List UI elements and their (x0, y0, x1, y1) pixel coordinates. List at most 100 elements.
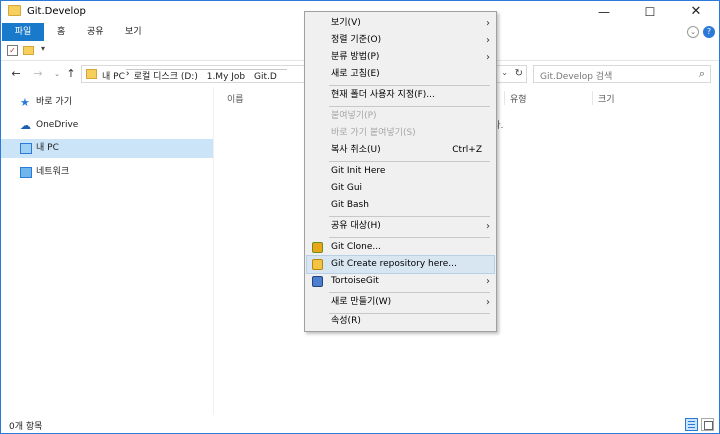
menu-item-new[interactable]: 새로 만들기(W) › (307, 294, 494, 311)
git-clone-icon (312, 242, 323, 253)
menu-item-group-by[interactable]: 분류 방법(P) › (307, 49, 494, 66)
menu-item-customize-folder[interactable]: 현재 폴더 사용자 지정(F)... (307, 87, 494, 104)
menu-separator (329, 106, 490, 107)
menu-item-paste-shortcut: 바로 가기 붙여넣기(S) (307, 125, 494, 142)
submenu-arrow-icon: › (486, 35, 490, 46)
sidebar-item-network[interactable]: 네트워크 (1, 163, 213, 182)
status-bar: 0개 항목 (1, 415, 719, 433)
breadcrumb-this-pc[interactable]: 내 PC (102, 72, 125, 82)
menu-item-label: 공유 대상(H) (331, 221, 381, 231)
pc-icon (20, 143, 32, 154)
tab-home[interactable]: 홈 (47, 23, 75, 41)
menu-item-label: Git Gui (331, 183, 363, 193)
menu-separator (329, 85, 490, 86)
menu-item-git-create-repository[interactable]: Git Create repository here... (306, 255, 495, 274)
column-header-name[interactable]: 이름 (227, 92, 244, 105)
menu-item-refresh[interactable]: 새로 고침(E) (307, 66, 494, 83)
context-menu: 보기(V) › 정렬 기준(O) › 분류 방법(P) › 새로 고침(E) 현… (304, 11, 497, 332)
search-input[interactable]: Git.Develop 검색 ⌕ (533, 65, 711, 83)
tortoisegit-icon (312, 276, 323, 287)
sidebar-item-this-pc[interactable]: 내 PC (1, 139, 213, 158)
menu-item-label: 보기(V) (331, 18, 361, 28)
menu-item-label: 새로 고침(E) (331, 69, 380, 79)
new-folder-icon[interactable] (23, 46, 34, 55)
customize-toolbar-icon[interactable]: ▾ (41, 44, 45, 53)
git-create-icon (312, 259, 323, 270)
sidebar-item-quick-access[interactable]: ★ 바로 가기 (1, 93, 213, 112)
folder-icon (8, 5, 21, 16)
menu-separator (329, 216, 490, 217)
large-icons-view-icon[interactable] (701, 418, 714, 431)
menu-item-label: 현재 폴더 사용자 지정(F)... (331, 90, 435, 100)
back-button[interactable]: ← (9, 66, 23, 82)
minimize-button[interactable]: — (581, 1, 627, 23)
address-dropdown-icon[interactable]: ⌄ (501, 68, 508, 77)
menu-item-tortoisegit[interactable]: TortoiseGit › (307, 273, 494, 290)
submenu-arrow-icon: › (486, 276, 490, 287)
column-divider[interactable] (592, 91, 593, 105)
menu-item-git-bash[interactable]: Git Bash (307, 197, 494, 214)
close-button[interactable]: ✕ (673, 1, 719, 23)
ribbon-expand-icon[interactable]: ⌄ (687, 26, 699, 38)
breadcrumb-local-disk[interactable]: 로컬 디스크 (D:) (134, 72, 198, 82)
menu-item-label: 정렬 기준(O) (331, 35, 382, 45)
menu-item-git-init[interactable]: Git Init Here (307, 163, 494, 180)
menu-item-label: 복사 취소(U) (331, 145, 381, 155)
menu-item-paste: 붙여넣기(P) (307, 108, 494, 125)
menu-item-share-with[interactable]: 공유 대상(H) › (307, 218, 494, 235)
menu-item-undo-copy[interactable]: 복사 취소(U) Ctrl+Z (307, 142, 494, 159)
menu-separator (329, 292, 490, 293)
submenu-arrow-icon: › (486, 221, 490, 232)
submenu-arrow-icon: › (486, 52, 490, 63)
sidebar-item-label: 내 PC (36, 143, 59, 153)
recent-locations-icon[interactable]: ⌄ (50, 66, 64, 82)
up-button[interactable]: ↑ (64, 66, 78, 82)
address-folder-icon (86, 69, 97, 79)
submenu-arrow-icon: › (486, 297, 490, 308)
forward-button[interactable]: → (31, 66, 45, 82)
sidebar-item-label: OneDrive (36, 120, 79, 130)
menu-item-label: 바로 가기 붙여넣기(S) (331, 128, 416, 138)
breadcrumb: › 내 PC › 로컬 디스크 (D:) › 1.My Job › Git.D (102, 69, 287, 82)
breadcrumb-my-job[interactable]: 1.My Job (207, 72, 245, 82)
cloud-icon: ☁ (20, 119, 31, 132)
network-icon (20, 167, 32, 178)
column-divider[interactable] (504, 91, 505, 105)
menu-item-label: 속성(R) (331, 316, 361, 326)
properties-check-icon[interactable]: ✓ (7, 45, 18, 56)
menu-item-git-clone[interactable]: Git Clone... (307, 239, 494, 256)
menu-item-label: Git Create repository here... (331, 259, 457, 269)
maximize-button[interactable]: ☐ (627, 1, 673, 23)
tab-share[interactable]: 공유 (77, 23, 114, 41)
breadcrumb-git-develop[interactable]: Git.D (254, 72, 277, 82)
menu-item-label: 새로 만들기(W) (331, 297, 392, 307)
column-header-size[interactable]: 크기 (598, 92, 615, 105)
item-count: 0개 항목 (9, 422, 43, 432)
menu-separator (329, 161, 490, 162)
menu-item-sort-by[interactable]: 정렬 기준(O) › (307, 32, 494, 49)
menu-separator (329, 237, 490, 238)
menu-item-label: Git Clone... (331, 242, 381, 252)
column-header-type[interactable]: 유형 (510, 92, 527, 105)
menu-item-git-gui[interactable]: Git Gui (307, 180, 494, 197)
details-view-icon[interactable] (685, 418, 698, 431)
star-icon: ★ (20, 96, 30, 109)
menu-item-label: 붙여넣기(P) (331, 111, 377, 121)
menu-item-shortcut: Ctrl+Z (452, 145, 482, 155)
sidebar-item-onedrive[interactable]: ☁ OneDrive (1, 116, 213, 135)
refresh-icon[interactable]: ↻ (515, 68, 523, 79)
menu-item-properties[interactable]: 속성(R) (307, 313, 494, 330)
search-placeholder: Git.Develop 검색 (540, 72, 613, 82)
sidebar-item-label: 네트워크 (36, 167, 70, 177)
navigation-pane: ★ 바로 가기 ☁ OneDrive 내 PC 네트워크 (1, 87, 213, 415)
menu-item-label: 분류 방법(P) (331, 52, 380, 62)
search-icon[interactable]: ⌕ (699, 67, 705, 81)
menu-item-view[interactable]: 보기(V) › (307, 15, 494, 32)
tab-view[interactable]: 보기 (115, 23, 152, 41)
breadcrumb-separator: › (126, 69, 287, 79)
tab-file[interactable]: 파일 (2, 23, 44, 41)
window-title: Git.Develop (27, 6, 86, 17)
help-icon[interactable]: ? (703, 26, 715, 38)
menu-item-label: Git Init Here (331, 166, 386, 176)
menu-item-label: TortoiseGit (331, 276, 379, 286)
